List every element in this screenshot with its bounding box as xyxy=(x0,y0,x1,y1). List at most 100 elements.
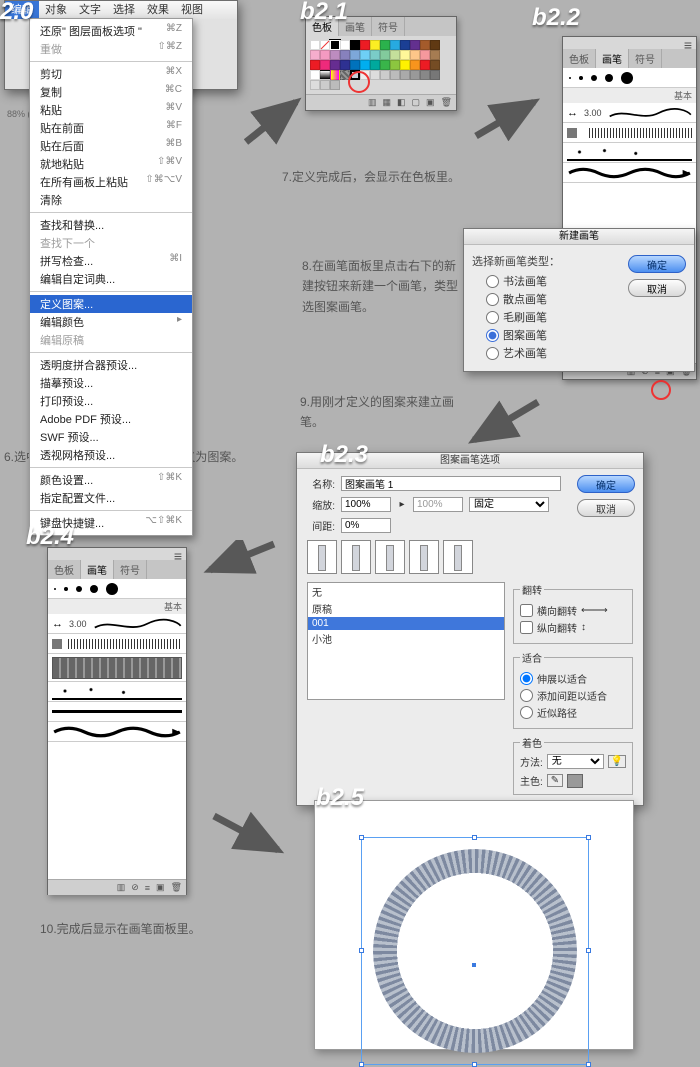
swatch-menu-icon[interactable]: ▦ xyxy=(383,97,392,108)
brush-size-1[interactable] xyxy=(54,588,56,590)
art-brush-line[interactable] xyxy=(52,710,182,713)
tab-swatches[interactable]: 色板 xyxy=(48,560,81,579)
swatch-opts-icon[interactable]: ◧ xyxy=(397,97,406,108)
step-2-4-label: b2.4 xyxy=(26,525,74,549)
mi-paste-front[interactable]: 贴在前面⌘F xyxy=(30,119,192,137)
fit-space[interactable]: 添加间距以适合 xyxy=(520,688,626,703)
fit-stretch[interactable]: 伸展以适合 xyxy=(520,671,626,686)
brush-size-2[interactable] xyxy=(64,587,68,591)
ok-button[interactable]: 确定 xyxy=(577,475,635,493)
brush-size-3[interactable] xyxy=(76,586,82,592)
tint-method-select[interactable]: 无 xyxy=(547,754,604,769)
tile-side[interactable] xyxy=(307,540,337,574)
fit-group: 适合 伸展以适合 添加间距以适合 近似路径 xyxy=(513,650,633,729)
tab-brushes[interactable]: 画笔 xyxy=(596,49,629,68)
mi-color[interactable]: 颜色设置...⇧⌘K xyxy=(30,471,192,489)
gap-input[interactable] xyxy=(341,518,391,533)
tab-swatches[interactable]: 色板 xyxy=(563,49,596,68)
tab-symbols[interactable]: 符号 xyxy=(372,17,405,36)
tab-symbols[interactable]: 符号 xyxy=(629,49,662,68)
brush-size-4[interactable] xyxy=(90,585,98,593)
panel-menu-icon[interactable]: ≡ xyxy=(684,37,692,49)
tip-icon[interactable]: 💡 xyxy=(608,755,626,768)
brush-opts-icon[interactable]: ≡ xyxy=(145,883,150,893)
new-group-icon[interactable]: ▢ xyxy=(412,97,421,108)
mi-undo[interactable]: 还原" 图层面板选项 "⌘Z xyxy=(30,22,192,40)
flip-h[interactable]: 横向翻转 ⟵⟶ xyxy=(520,603,626,618)
list-item[interactable]: 001 xyxy=(308,617,504,630)
mi-print[interactable]: 打印预设... xyxy=(30,392,192,410)
swatch-grid[interactable] xyxy=(306,36,456,94)
brush-size-3[interactable] xyxy=(591,75,597,81)
brush-size-2[interactable] xyxy=(579,76,583,80)
trash-icon[interactable]: 🗑 xyxy=(171,882,182,893)
menu-type[interactable]: 文字 xyxy=(73,1,107,19)
mi-define-pattern[interactable]: 定义图案... xyxy=(30,295,192,313)
tile-outer-corner[interactable] xyxy=(341,540,371,574)
mi-trans[interactable]: 透明度拼合器预设... xyxy=(30,356,192,374)
name-input[interactable] xyxy=(341,476,561,491)
list-item[interactable]: 无 xyxy=(308,583,504,600)
tab-brushes[interactable]: 画笔 xyxy=(81,560,114,579)
new-pattern-brush-row[interactable] xyxy=(48,654,186,682)
remove-stroke-icon[interactable]: ⊘ xyxy=(131,882,139,893)
swatch-libs-icon[interactable]: ▥ xyxy=(368,97,377,108)
mi-spell[interactable]: 拼写检查...⌘I xyxy=(30,252,192,270)
scale-mode-select[interactable]: 固定 xyxy=(469,497,549,512)
art-brush-1[interactable] xyxy=(52,684,182,700)
opt-scatter[interactable]: 散点画笔 xyxy=(486,291,622,307)
arrow-1 xyxy=(244,96,304,146)
mi-paste[interactable]: 粘贴⌘V xyxy=(30,101,192,119)
tile-start[interactable] xyxy=(409,540,439,574)
new-swatch-icon[interactable]: ▣ xyxy=(426,97,435,108)
mi-dict[interactable]: 编辑自定词典... xyxy=(30,270,192,288)
key-color-swatch[interactable] xyxy=(567,774,583,788)
pattern-list[interactable]: 无 原稿 001 小池 xyxy=(307,582,505,700)
selection-center-icon xyxy=(472,963,476,967)
mi-paste-all[interactable]: 在所有画板上粘贴⇧⌘⌥V xyxy=(30,173,192,191)
cancel-button[interactable]: 取消 xyxy=(628,279,686,297)
brush-size-4[interactable] xyxy=(605,74,613,82)
opt-art[interactable]: 艺术画笔 xyxy=(486,345,622,361)
brush-size-5[interactable] xyxy=(106,583,118,595)
mi-trace[interactable]: 描摹预设... xyxy=(30,374,192,392)
tile-end[interactable] xyxy=(443,540,473,574)
brush-size-5[interactable] xyxy=(621,72,633,84)
mi-paste-inplace[interactable]: 就地粘贴⇧⌘V xyxy=(30,155,192,173)
menu-view[interactable]: 视图 xyxy=(175,1,209,19)
opt-pattern[interactable]: 图案画笔 xyxy=(486,327,622,343)
art-brush-2[interactable] xyxy=(567,164,692,182)
opt-calligraphic[interactable]: 书法画笔 xyxy=(486,273,622,289)
tile-inner-corner[interactable] xyxy=(375,540,405,574)
ok-button[interactable]: 确定 xyxy=(628,255,686,273)
list-item[interactable]: 小池 xyxy=(308,630,504,647)
menu-effect[interactable]: 效果 xyxy=(141,1,175,19)
mi-copy[interactable]: 复制⌘C xyxy=(30,83,192,101)
trash-icon[interactable]: 🗑 xyxy=(441,97,452,108)
list-item[interactable]: 原稿 xyxy=(308,600,504,617)
opt-bristle[interactable]: 毛刷画笔 xyxy=(486,309,622,325)
mi-cut[interactable]: 剪切⌘X xyxy=(30,65,192,83)
mi-clear[interactable]: 清除 xyxy=(30,191,192,209)
mi-grid[interactable]: 透视网格预设... xyxy=(30,446,192,464)
mi-edit-colors[interactable]: 编辑颜色▸ xyxy=(30,313,192,331)
scale-from-input[interactable] xyxy=(341,497,391,512)
fit-approx[interactable]: 近似路径 xyxy=(520,705,626,720)
mi-swf[interactable]: SWF 预设... xyxy=(30,428,192,446)
mi-pdf[interactable]: Adobe PDF 预设... xyxy=(30,410,192,428)
panel-menu-icon[interactable]: ≡ xyxy=(174,548,182,560)
art-brush-1[interactable] xyxy=(567,145,692,161)
mi-paste-back[interactable]: 贴在后面⌘B xyxy=(30,137,192,155)
menu-object[interactable]: 对象 xyxy=(39,1,73,19)
flip-v[interactable]: 纵向翻转 ↕ xyxy=(520,620,626,635)
brush-size-1[interactable] xyxy=(569,77,571,79)
mi-profile[interactable]: 指定配置文件... xyxy=(30,489,192,507)
art-brush-2[interactable] xyxy=(52,723,182,741)
tab-symbols[interactable]: 符号 xyxy=(114,560,147,579)
mi-find[interactable]: 查找和替换... xyxy=(30,216,192,234)
brush-libs-icon[interactable]: ▥ xyxy=(117,882,126,893)
new-brush-icon[interactable]: ▣ xyxy=(156,882,165,893)
eyedropper-icon[interactable]: ✎ xyxy=(547,774,563,787)
cancel-button[interactable]: 取消 xyxy=(577,499,635,517)
menu-select[interactable]: 选择 xyxy=(107,1,141,19)
